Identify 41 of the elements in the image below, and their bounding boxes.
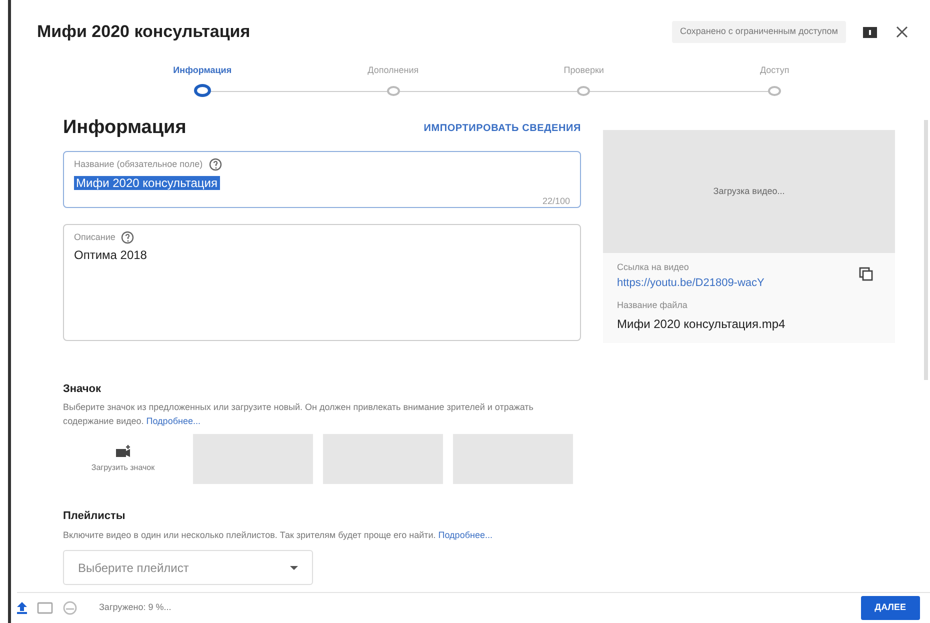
info-label: Ссылка на видео: [617, 261, 689, 274]
video-camera-icon: [115, 444, 131, 458]
section-description: Выберите значок из предложенных или загрузите новый. Он должен привлекать внимание зрителей и отражать содержание видео. Подробнее...: [63, 401, 534, 428]
more-link[interactable]: Подробнее...: [146, 416, 200, 426]
close-icon[interactable]: [896, 26, 908, 38]
thumbnail-placeholder[interactable]: [193, 434, 313, 484]
step-tab[interactable]: Проверки: [564, 64, 604, 78]
file-name: Мифи 2020 консультация.mp4: [617, 316, 786, 332]
description-field[interactable]: Описание Оптима 2018: [63, 224, 581, 340]
caret-icon: [290, 566, 298, 570]
thumbnail-placeholder[interactable]: [323, 434, 443, 484]
title-field[interactable]: Название (обязательное поле) Мифи 2020 консультация 22/100: [63, 150, 581, 208]
field-value: Мифи 2020 консультация: [74, 176, 220, 190]
video-link[interactable]: https://youtu.be/D21809-wacY: [617, 274, 764, 291]
field-label: Описание: [74, 230, 116, 244]
playlist-dropdown[interactable]: Выберите плейлист: [63, 550, 313, 585]
help-icon[interactable]: [208, 158, 222, 171]
section-description: Включите видео в один или несколько плейлистов. Так зрителям будет проще его найти. Подробнее...: [63, 528, 494, 542]
field-value: Оптима 2018: [74, 247, 148, 264]
field-label: Название (обязательное поле): [74, 158, 203, 171]
copy-icon[interactable]: [859, 267, 873, 281]
section-heading: Плейлисты: [63, 509, 126, 524]
video-preview: Загрузка видео...: [603, 130, 895, 253]
save-status: Сохранено с ограниченным доступом: [672, 21, 846, 43]
check-status-icon[interactable]: [63, 601, 77, 615]
step-tab[interactable]: Информация: [173, 64, 232, 78]
import-link[interactable]: ИМПОРТИРОВАТЬ СВЕДЕНИЯ: [424, 120, 581, 136]
step-tab[interactable]: Дополнения: [368, 64, 419, 78]
step-tab[interactable]: Доступ: [760, 64, 790, 78]
scrollbar[interactable]: [924, 120, 928, 380]
upload-icon[interactable]: [17, 602, 27, 614]
dialog-title: Мифи 2020 консультация: [37, 21, 250, 44]
help-icon[interactable]: [121, 230, 134, 244]
section-heading: Значок: [63, 382, 102, 396]
feedback-icon[interactable]: [862, 26, 878, 38]
more-link[interactable]: Подробнее...: [438, 530, 492, 540]
thumbnail-placeholder[interactable]: [453, 434, 573, 484]
info-label: Название файла: [617, 299, 688, 312]
next-button[interactable]: ДАЛЕЕ: [860, 596, 920, 620]
character-counter: 22/100: [541, 195, 570, 208]
section-heading: Информация: [63, 116, 186, 140]
